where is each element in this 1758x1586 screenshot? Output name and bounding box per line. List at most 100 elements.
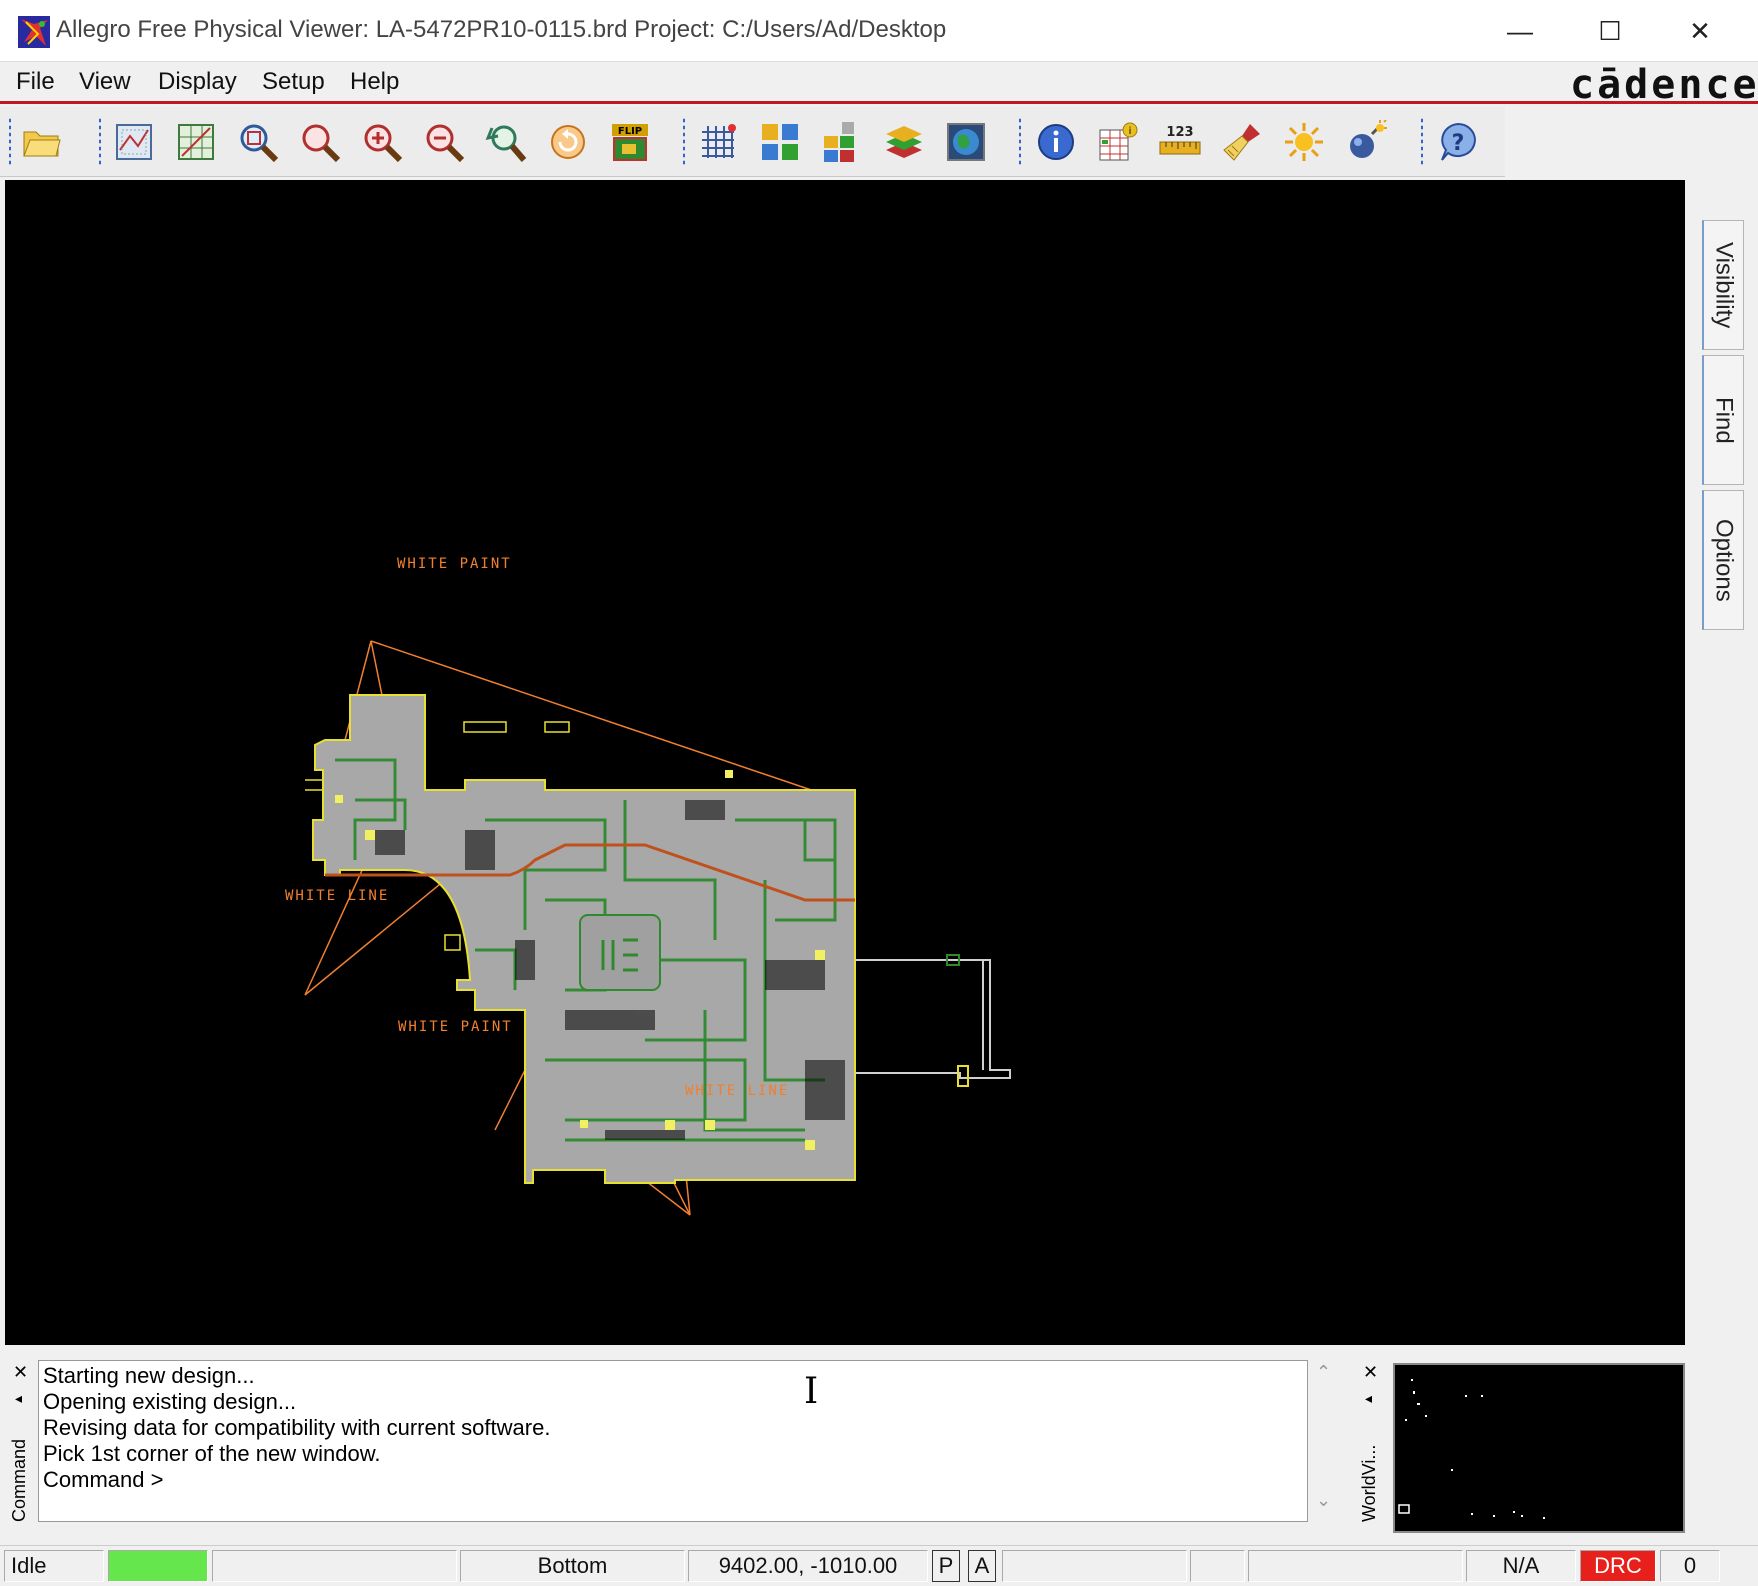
- menu-display[interactable]: Display: [158, 68, 237, 96]
- zoom-grid-button[interactable]: [170, 115, 222, 169]
- menu-bar: File View Display Setup Help: [0, 62, 1758, 104]
- info-icon: [1038, 124, 1074, 160]
- a-button[interactable]: A: [968, 1550, 996, 1582]
- toolbar: FLIP i 123 ?: [0, 107, 1505, 177]
- zoom-in-icon: [364, 124, 403, 163]
- drc-status[interactable]: DRC: [1580, 1550, 1656, 1582]
- highlight-icon: [1285, 123, 1323, 161]
- white-paint-label-bottom: WHITE PAINT: [398, 1019, 513, 1035]
- tab-options-label: Options: [1710, 518, 1738, 602]
- layers-button[interactable]: [878, 115, 930, 169]
- zoom-button[interactable]: [294, 115, 346, 169]
- menu-view[interactable]: View: [79, 68, 131, 96]
- worldview-board-thumbnail: [1398, 1379, 1545, 1519]
- status-state: Idle: [4, 1550, 104, 1582]
- grid-button[interactable]: [692, 115, 744, 169]
- tab-find-label: Find: [1710, 396, 1738, 444]
- flip-board-icon: FLIP: [612, 124, 648, 161]
- menu-help[interactable]: Help: [350, 68, 399, 96]
- redraw-button[interactable]: [542, 115, 594, 169]
- scroll-up-icon[interactable]: ⌃: [1316, 1362, 1331, 1383]
- pin-icon[interactable]: ◂: [15, 1390, 22, 1407]
- pin-icon[interactable]: ◂: [1365, 1390, 1372, 1407]
- status-coordinates: 9402.00, -1010.00: [688, 1550, 928, 1582]
- white-paint-label-top: WHITE PAINT: [397, 556, 512, 572]
- command-prompt[interactable]: Command >: [43, 1467, 1303, 1493]
- console-scrollbar[interactable]: ⌃ ⌄: [1310, 1360, 1340, 1522]
- worldview-pane-handle[interactable]: ✕ ◂ WorldVi...: [1355, 1360, 1387, 1522]
- allegro-app-icon: [18, 16, 50, 48]
- shadow-button[interactable]: [816, 115, 868, 169]
- minimize-button[interactable]: —: [1475, 0, 1565, 62]
- svg-text:?: ?: [1452, 131, 1465, 156]
- report-icon: i: [1099, 122, 1138, 161]
- white-line-label-left: WHITE LINE: [285, 888, 389, 904]
- maximize-icon: ☐: [1598, 15, 1622, 46]
- measure-label: 123: [1166, 125, 1193, 140]
- toolbar-grip[interactable]: [1018, 117, 1022, 167]
- status-na: N/A: [1466, 1550, 1576, 1582]
- zoom-grid-icon: [178, 124, 214, 160]
- menu-file[interactable]: File: [16, 68, 55, 96]
- zoom-fit-button[interactable]: [108, 115, 160, 169]
- maximize-button[interactable]: ☐: [1565, 0, 1655, 62]
- tab-visibility[interactable]: Visibility: [1702, 220, 1744, 350]
- grid-icon: [702, 124, 736, 158]
- highlight-button[interactable]: [1278, 115, 1330, 169]
- toolbar-grip[interactable]: [682, 117, 686, 167]
- command-pane-handle[interactable]: ✕ ◂ Command: [5, 1360, 37, 1522]
- help-icon: ?: [1441, 122, 1476, 161]
- design-canvas[interactable]: WHITE PAINT WHITE LINE WHITE PAINT WHITE…: [5, 180, 1685, 1345]
- color-button[interactable]: [754, 115, 806, 169]
- drc-count: 0: [1660, 1550, 1720, 1582]
- info-button[interactable]: [1030, 115, 1082, 169]
- open-button[interactable]: [16, 115, 68, 169]
- close-button[interactable]: ✕: [1655, 0, 1745, 62]
- p-button[interactable]: P: [932, 1550, 960, 1582]
- shadow-icon: [824, 122, 854, 162]
- pcb-board-view: WHITE PAINT WHITE LINE WHITE PAINT WHITE…: [285, 556, 1011, 1216]
- zoom-out-icon: [426, 124, 465, 163]
- scroll-down-icon[interactable]: ⌄: [1316, 1490, 1331, 1511]
- white-line-label-bottom: WHITE LINE: [685, 1083, 789, 1099]
- world-view-button[interactable]: [940, 115, 992, 169]
- zoom-in-button[interactable]: [356, 115, 408, 169]
- menu-setup[interactable]: Setup: [262, 68, 325, 96]
- svg-text:i: i: [1129, 126, 1132, 137]
- toolbar-grip[interactable]: [98, 117, 102, 167]
- cadence-logo: cādence: [1570, 62, 1758, 108]
- toolbar-grip[interactable]: [8, 117, 12, 167]
- clean-icon: [1223, 124, 1260, 161]
- close-icon[interactable]: ✕: [1363, 1362, 1378, 1383]
- flip-button[interactable]: FLIP: [604, 115, 656, 169]
- tab-find[interactable]: Find: [1702, 355, 1744, 485]
- zoom-icon: [302, 124, 341, 163]
- pcb-board: [305, 694, 1011, 1184]
- status-bar: Idle Bottom 9402.00, -1010.00 P A N/A DR…: [0, 1545, 1758, 1586]
- close-icon[interactable]: ✕: [13, 1362, 28, 1383]
- layers-icon: [886, 126, 922, 158]
- measure-button[interactable]: 123: [1154, 115, 1206, 169]
- dehighlight-icon: [1350, 120, 1387, 158]
- command-console[interactable]: Starting new design... Opening existing …: [38, 1360, 1308, 1522]
- status-message: [212, 1550, 457, 1582]
- status-active-layer: Bottom: [460, 1550, 685, 1582]
- tab-options[interactable]: Options: [1702, 490, 1744, 630]
- cpu-footprint: [579, 914, 661, 991]
- status-progress-indicator: [108, 1550, 208, 1582]
- help-button[interactable]: ?: [1432, 115, 1484, 169]
- report-button[interactable]: i: [1092, 115, 1144, 169]
- clean-button[interactable]: [1216, 115, 1268, 169]
- worldview-minimap[interactable]: [1393, 1363, 1685, 1533]
- zoom-points-button[interactable]: [232, 115, 284, 169]
- dehighlight-button[interactable]: [1340, 115, 1392, 169]
- open-folder-icon: [23, 131, 61, 157]
- color-icon: [762, 124, 798, 160]
- zoom-previous-icon: [485, 125, 527, 162]
- console-line: Opening existing design...: [43, 1389, 297, 1414]
- zoom-previous-button[interactable]: [480, 115, 532, 169]
- toolbar-grip[interactable]: [1420, 117, 1424, 167]
- zoom-points-icon: [240, 124, 279, 163]
- zoom-out-button[interactable]: [418, 115, 470, 169]
- redraw-icon: [551, 125, 585, 159]
